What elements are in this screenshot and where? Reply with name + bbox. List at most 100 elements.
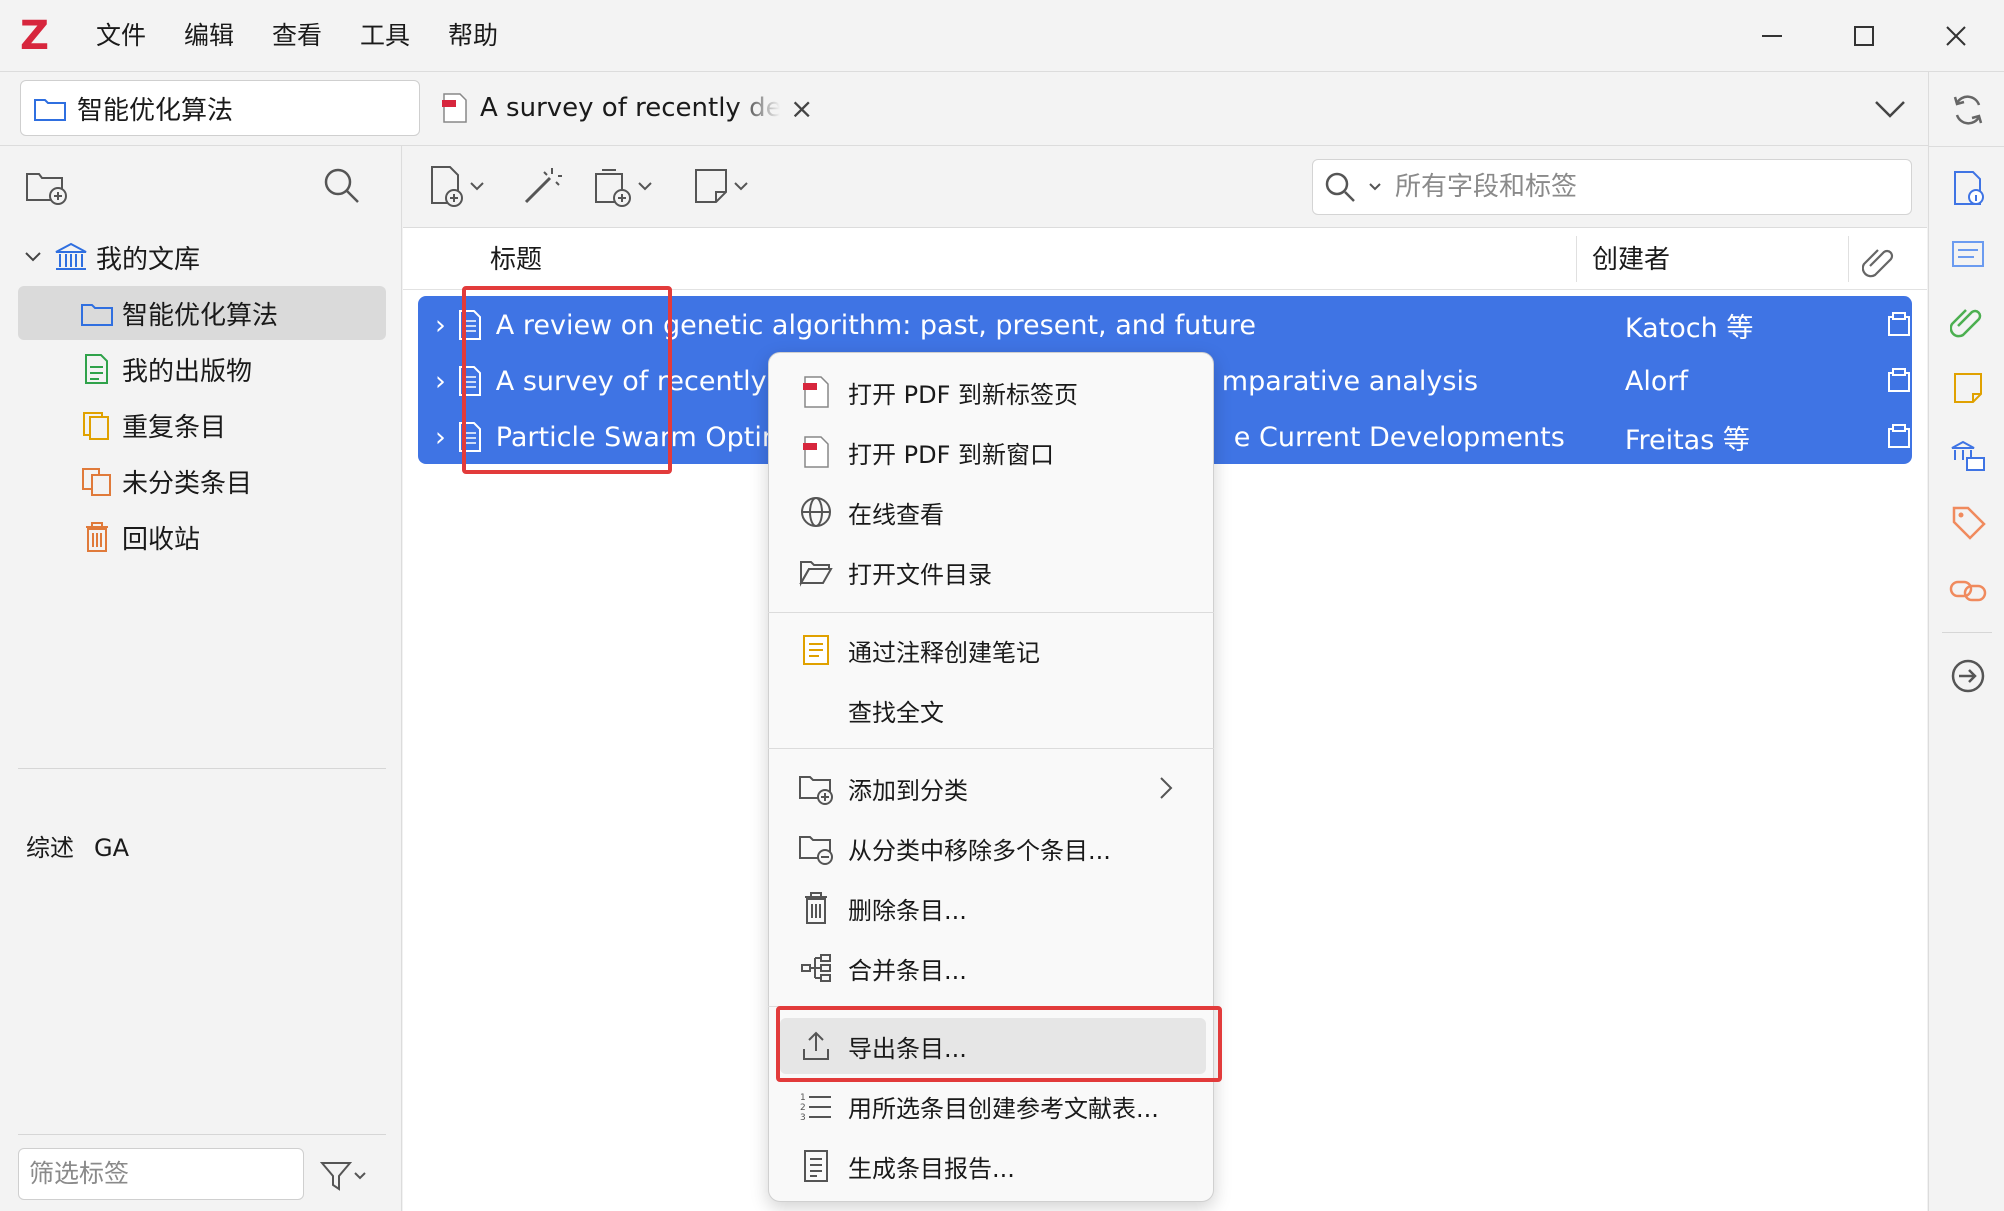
column-attachments[interactable]	[1861, 242, 1898, 278]
ctx-generate-report[interactable]: 生成条目报告...	[780, 1138, 1206, 1194]
menu-edit[interactable]: 编辑	[184, 18, 234, 54]
search-icon	[324, 168, 359, 203]
sidenav-related-button[interactable]	[1948, 570, 1988, 610]
ctx-label: 查找全文	[848, 698, 944, 727]
new-collection-button[interactable]	[24, 164, 68, 208]
tree-duplicates[interactable]: 重复条目	[18, 398, 386, 452]
abstract-icon	[1952, 241, 1984, 267]
svg-text:2: 2	[800, 1103, 806, 1113]
pdf-attachment-icon[interactable]	[1885, 423, 1912, 451]
ctx-merge-items[interactable]: 合并条目...	[780, 940, 1206, 996]
tab-close-icon[interactable]: ×	[790, 92, 813, 125]
sidenav-tags-button[interactable]	[1948, 502, 1988, 542]
ctx-label: 打开文件目录	[848, 560, 992, 589]
sidenav-libraries-button[interactable]	[1948, 434, 1988, 474]
ctx-open-pdf-new-tab[interactable]: 打开 PDF 到新标签页	[780, 364, 1206, 420]
ctx-add-to-collection[interactable]: 添加到分类	[780, 760, 1206, 816]
row-title-visible-end: e Current Developments	[1233, 421, 1565, 453]
new-item-button[interactable]	[428, 164, 494, 208]
add-collection-icon	[799, 776, 833, 805]
sidenav-info-button[interactable]	[1948, 168, 1988, 208]
tag-icon	[1952, 506, 1986, 540]
filter-icon	[320, 1162, 352, 1191]
menu-view[interactable]: 查看	[272, 18, 322, 54]
ctx-remove-from-collection[interactable]: 从分类中移除多个条目...	[780, 820, 1206, 876]
ctx-delete-items[interactable]: 删除条目...	[780, 880, 1206, 936]
collection-search-button[interactable]	[320, 164, 364, 208]
ctx-create-bibliography[interactable]: 123 用所选条目创建参考文献表...	[780, 1078, 1206, 1134]
search-box[interactable]	[1312, 159, 1912, 215]
ctx-view-online[interactable]: 在线查看	[780, 484, 1206, 540]
menu-file[interactable]: 文件	[96, 18, 146, 54]
libraries-collections-icon	[1951, 440, 1985, 471]
note-annotations-icon	[803, 635, 829, 665]
tree-library-root[interactable]: 我的文库	[18, 230, 386, 284]
sidenav-attachments-button[interactable]	[1948, 300, 1988, 340]
ctx-label: 添加到分类	[848, 776, 968, 805]
tag-filter-input[interactable]: 筛选标签	[18, 1148, 304, 1200]
pdf-attachment-icon[interactable]	[1885, 367, 1912, 395]
minimize-button[interactable]	[1742, 14, 1802, 58]
close-window-button[interactable]	[1926, 14, 1986, 58]
sidenav-locate-button[interactable]	[1948, 656, 1988, 696]
tag-pane-divider	[18, 768, 386, 769]
chevron-down-icon	[354, 1172, 366, 1180]
add-attachment-button[interactable]	[592, 164, 662, 208]
add-by-identifier-button[interactable]	[520, 164, 564, 208]
trash-icon	[86, 522, 108, 552]
tab-library[interactable]: 智能优化算法	[20, 80, 420, 136]
trash-icon	[805, 892, 827, 924]
ctx-label: 打开 PDF 到新窗口	[848, 440, 1055, 469]
tag-filter-menu-button[interactable]	[320, 1156, 380, 1196]
chevron-right-icon[interactable]: ›	[424, 366, 457, 397]
ctx-label: 用所选条目创建参考文献表...	[848, 1094, 1159, 1123]
pdf-attachment-icon[interactable]	[1885, 311, 1912, 339]
tree-trash[interactable]: 回收站	[18, 510, 386, 564]
chevron-right-icon[interactable]: ›	[424, 310, 457, 341]
ctx-open-pdf-new-window[interactable]: 打开 PDF 到新窗口	[780, 424, 1206, 480]
chevron-down-icon[interactable]	[22, 246, 44, 268]
menu-help[interactable]: 帮助	[448, 18, 498, 54]
svg-text:3: 3	[800, 1113, 806, 1123]
maximize-button[interactable]	[1834, 14, 1894, 58]
chevron-down-icon[interactable]	[1367, 179, 1383, 195]
chevron-right-icon[interactable]: ›	[424, 422, 457, 453]
new-collection-icon	[26, 173, 67, 205]
related-link-icon	[1949, 580, 1987, 602]
divider	[1942, 632, 1992, 633]
publication-icon	[85, 354, 108, 384]
sidenav-abstract-button[interactable]	[1948, 234, 1988, 274]
tree-label: 重复条目	[122, 412, 227, 443]
tag-GA[interactable]: GA	[94, 830, 129, 866]
ctx-find-full-text[interactable]: 查找全文	[780, 682, 1206, 738]
sidenav-notes-button[interactable]	[1948, 368, 1988, 408]
search-input[interactable]	[1393, 171, 1893, 203]
tabs-menu-button[interactable]	[1870, 88, 1910, 128]
ctx-label: 打开 PDF 到新标签页	[848, 380, 1079, 409]
tree-label: 回收站	[122, 524, 201, 555]
new-note-button[interactable]	[692, 164, 762, 208]
ctx-label: 合并条目...	[848, 956, 967, 985]
sync-button[interactable]	[1948, 90, 1988, 130]
minimize-icon	[1762, 35, 1782, 37]
menu-tools[interactable]: 工具	[360, 18, 410, 54]
column-divider[interactable]	[1576, 236, 1577, 282]
tree-my-publications[interactable]: 我的出版物	[18, 342, 386, 396]
tree-collection-智能优化算法[interactable]: 智能优化算法	[18, 286, 386, 340]
tree-unfiled[interactable]: 未分类条目	[18, 454, 386, 508]
pdf-icon	[803, 376, 829, 408]
tag-综述[interactable]: 综述	[26, 830, 74, 866]
ctx-separator	[768, 612, 1214, 613]
maximize-icon	[1854, 26, 1874, 46]
ctx-add-note-from-annotations[interactable]: 通过注释创建笔记	[780, 622, 1206, 678]
folder-icon	[81, 304, 113, 326]
ctx-show-file[interactable]: 打开文件目录	[780, 544, 1206, 600]
magic-wand-icon	[524, 168, 562, 204]
row-creator: Freitas 等	[1624, 424, 1750, 456]
column-title[interactable]: 标题	[490, 242, 542, 278]
tab-reader[interactable]: A survey of recently dev ×	[440, 80, 820, 136]
report-icon	[804, 1150, 828, 1182]
note-icon	[695, 169, 727, 203]
column-divider[interactable]	[1848, 236, 1849, 282]
column-creator[interactable]: 创建者	[1592, 242, 1670, 278]
